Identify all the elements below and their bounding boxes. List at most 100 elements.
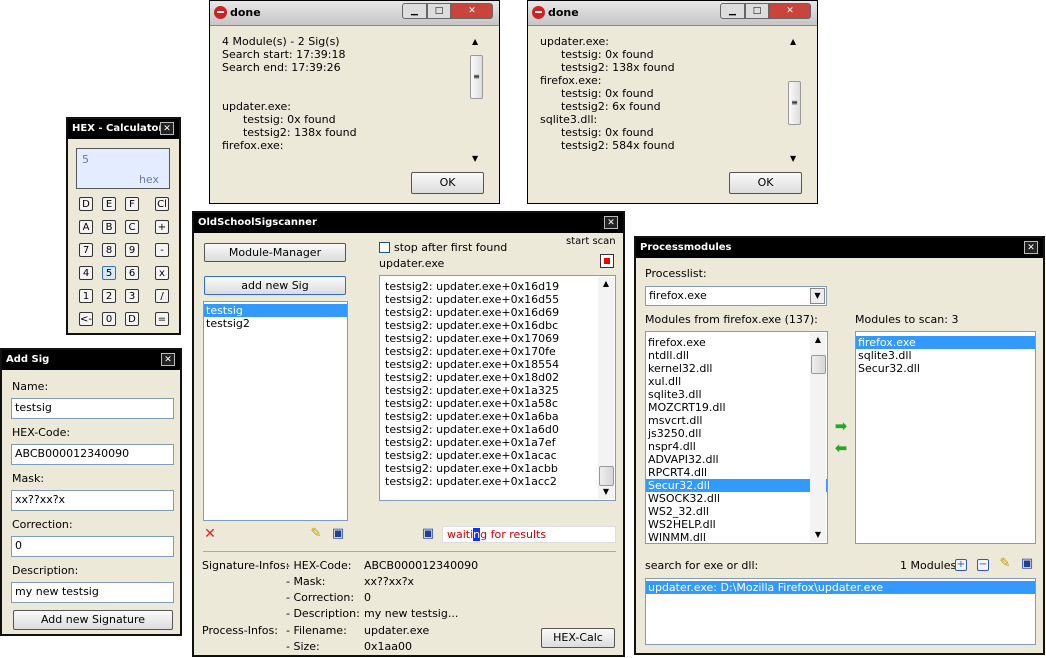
maximize-icon[interactable]: □ [745, 3, 769, 19]
calc-key[interactable]: C [125, 220, 139, 234]
calc-key[interactable]: 9 [125, 243, 139, 257]
module-item[interactable]: ADVAPI32.dll [646, 453, 827, 466]
module-item[interactable]: WS2_32.dll [646, 505, 827, 518]
ok-button[interactable]: OK [729, 172, 802, 194]
scroll-thumb[interactable]: ≡ [788, 81, 801, 125]
calc-key[interactable]: B [102, 220, 116, 234]
arrow-right-icon[interactable]: ➡ [834, 419, 848, 434]
module-item[interactable]: js3250.dll [646, 427, 827, 440]
scan-result-item[interactable]: testsig2: updater.exe+0x1a6ba [383, 410, 615, 423]
save-icon[interactable]: ▣ [421, 527, 435, 541]
close-icon[interactable]: ✕ [161, 353, 175, 366]
scan-module-item[interactable]: sqlite3.dll [856, 349, 1035, 362]
scroll-down-icon[interactable]: ▼ [598, 485, 614, 499]
delete-icon[interactable]: ✕ [203, 527, 217, 541]
signature-list[interactable]: testsig testsig2 [203, 301, 348, 521]
scan-result-item[interactable]: testsig2: updater.exe+0x1acac [383, 449, 615, 462]
minimize-icon[interactable]: ▁ [720, 3, 745, 19]
module-item[interactable]: WS2HELP.dll [646, 518, 827, 531]
save-icon[interactable]: ▣ [1020, 557, 1034, 571]
add-new-signature-button[interactable]: Add new Signature [13, 610, 173, 630]
scan-result-item[interactable]: testsig2: updater.exe+0x1acc2 [383, 475, 615, 488]
correction-field[interactable]: 0 [11, 536, 174, 557]
minimize-icon[interactable]: ▁ [402, 3, 427, 19]
scan-results-list[interactable]: testsig2: updater.exe+0x16d19 testsig2: u… [379, 275, 616, 501]
calc-key[interactable]: - [155, 243, 169, 257]
scan-result-item[interactable]: testsig2: updater.exe+0x1a58c [383, 397, 615, 410]
chevron-down-icon[interactable]: ▼ [810, 288, 825, 304]
scroll-up-icon[interactable]: ▲ [790, 37, 796, 46]
scan-result-item[interactable]: testsig2: updater.exe+0x1a7ef [383, 436, 615, 449]
calc-key[interactable]: 6 [125, 266, 139, 280]
calc-key[interactable]: D [79, 197, 93, 211]
hex-code-field[interactable]: ABCB000012340090 [11, 444, 174, 465]
calc-key[interactable]: 7 [79, 243, 93, 257]
close-icon[interactable]: ✕ [604, 216, 618, 229]
search-results-list[interactable]: updater.exe: D:\Mozilla Firefox\updater.… [645, 578, 1036, 645]
scroll-thumb[interactable]: ≡ [470, 55, 483, 99]
scan-result-item[interactable]: testsig2: updater.exe+0x16dbc [383, 319, 615, 332]
calc-key[interactable]: 4 [79, 266, 93, 280]
scan-result-item[interactable]: testsig2: updater.exe+0x1a6d0 [383, 423, 615, 436]
sigscanner-titlebar[interactable]: OldSchoolSigscanner ✕ [194, 213, 623, 233]
description-field[interactable]: my new testsig [11, 582, 174, 603]
close-icon[interactable]: ✕ [769, 3, 811, 19]
calc-key[interactable]: 0 [102, 312, 116, 326]
module-item[interactable]: xul.dll [646, 375, 827, 388]
modules-to-scan-list[interactable]: firefox.exe sqlite3.dll Secur32.dll [855, 331, 1036, 544]
hex-calculator-titlebar[interactable]: HEX - Calculator ✕ [68, 119, 179, 139]
processmodules-titlebar[interactable]: Processmodules ✕ [636, 238, 1043, 258]
scan-result-item[interactable]: testsig2: updater.exe+0x1a325 [383, 384, 615, 397]
process-select[interactable]: firefox.exe ▼ [645, 286, 827, 306]
mask-field[interactable]: xx??xx?x [11, 490, 174, 511]
scan-result-item[interactable]: testsig2: updater.exe+0x170fe [383, 345, 615, 358]
add-new-sig-button[interactable]: add new Sig [204, 276, 346, 295]
module-item[interactable]: msvcrt.dll [646, 414, 827, 427]
scroll-thumb[interactable] [599, 466, 614, 486]
name-field[interactable]: testsig [11, 398, 174, 419]
calc-key[interactable]: 3 [125, 289, 139, 303]
module-item[interactable]: sqlite3.dll [646, 388, 827, 401]
maximize-icon[interactable]: □ [427, 3, 451, 19]
module-manager-button[interactable]: Module-Manager [204, 243, 346, 262]
close-icon[interactable]: ✕ [451, 3, 493, 19]
search-result-item[interactable]: updater.exe: D:\Mozilla Firefox\updater.… [646, 581, 1035, 594]
scan-module-item[interactable]: firefox.exe [856, 336, 1035, 349]
record-stop-icon[interactable] [600, 254, 614, 268]
scan-result-item[interactable]: testsig2: updater.exe+0x16d19 [383, 280, 615, 293]
modules-scrollbar[interactable]: ▲ ▼ [810, 333, 826, 542]
edit-icon[interactable]: ✎ [309, 527, 323, 541]
save-icon[interactable]: ▣ [331, 527, 345, 541]
scroll-down-icon[interactable]: ▼ [810, 528, 826, 542]
ok-button[interactable]: OK [411, 172, 484, 194]
calc-key[interactable]: 5 [102, 266, 116, 280]
scroll-down-icon[interactable]: ▼ [472, 154, 478, 163]
done-dialog-titlebar[interactable]: done ▁ □ ✕ [210, 1, 499, 26]
calc-key[interactable]: A [79, 220, 93, 234]
scan-result-item[interactable]: testsig2: updater.exe+0x18d02 [383, 371, 615, 384]
calc-key[interactable]: E [102, 197, 116, 211]
remove-icon[interactable]: − [977, 559, 989, 571]
module-item[interactable]: nspr4.dll [646, 440, 827, 453]
scroll-down-icon[interactable]: ▼ [790, 154, 796, 163]
edit-icon[interactable]: ✎ [998, 557, 1012, 571]
scroll-up-icon[interactable]: ▲ [810, 333, 826, 347]
scroll-up-icon[interactable]: ▲ [598, 277, 614, 291]
module-item[interactable]: RPCRT4.dll [646, 466, 827, 479]
module-item[interactable]: kernel32.dll [646, 362, 827, 375]
add-icon[interactable]: + [955, 559, 967, 571]
scan-result-item[interactable]: testsig2: updater.exe+0x17069 [383, 332, 615, 345]
module-item[interactable]: firefox.exe [646, 336, 827, 349]
signature-item[interactable]: testsig2 [204, 317, 347, 330]
calc-key[interactable]: + [155, 220, 169, 234]
calc-key[interactable]: D [125, 312, 139, 326]
done-scrollbar[interactable]: ▲ ≡ ▼ [468, 37, 486, 163]
process-modules-list[interactable]: firefox.exe ntdll.dll kernel32.dll xul.dll s… [645, 331, 828, 544]
close-icon[interactable]: ✕ [1024, 241, 1038, 254]
close-icon[interactable]: ✕ [160, 122, 174, 135]
scan-result-item[interactable]: testsig2: updater.exe+0x16d55 [383, 293, 615, 306]
module-item[interactable]: ntdll.dll [646, 349, 827, 362]
signature-item[interactable]: testsig [204, 304, 347, 317]
module-item[interactable]: Secur32.dll [646, 479, 827, 492]
calc-key[interactable]: / [155, 289, 169, 303]
